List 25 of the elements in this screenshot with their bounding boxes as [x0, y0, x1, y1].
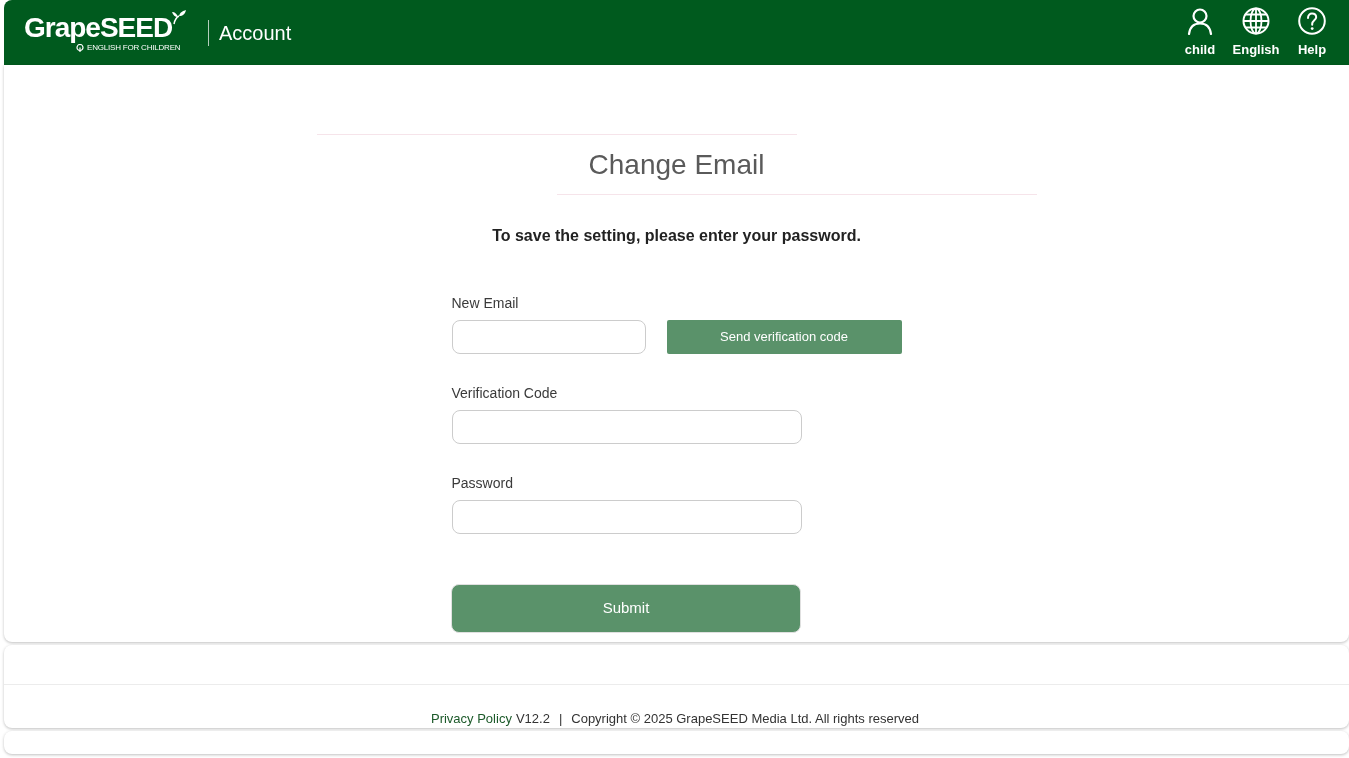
version-text: V12.2: [515, 711, 550, 727]
page-title: Change Email: [588, 148, 765, 182]
send-code-button[interactable]: Send verification code: [666, 320, 902, 354]
globe-icon: [1242, 7, 1270, 35]
user-icon: [1186, 7, 1214, 35]
account-button[interactable]: child: [1172, 0, 1228, 65]
separator-text: |: [558, 711, 563, 727]
submit-button[interactable]: Submit: [451, 584, 801, 633]
help-icon: [1298, 7, 1326, 35]
input-field[interactable]: [451, 320, 646, 354]
logo-wordmark: GrapeSEED: [24, 12, 173, 43]
help-button[interactable]: Help: [1284, 0, 1340, 65]
privacy-policy-link[interactable]: Privacy Policy: [430, 711, 512, 727]
input-field[interactable]: [451, 410, 802, 444]
field-label: Password: [451, 474, 513, 493]
instruction-text: To save the setting, please enter your password.: [492, 226, 861, 246]
language-button[interactable]: English: [1228, 0, 1284, 65]
copyright-text: Copyright © 2025 GrapeSEED Media Ltd. All rights reserved: [571, 711, 919, 727]
tree-icon: [76, 43, 84, 52]
input-field[interactable]: [451, 500, 802, 534]
field-label: Verification Code: [451, 384, 558, 403]
field-label: New Email: [451, 294, 519, 313]
logo-tagline: ENGLISH FOR CHILDREN: [87, 42, 181, 53]
sprout-icon: [171, 8, 188, 25]
section-title: Account: [219, 20, 292, 46]
